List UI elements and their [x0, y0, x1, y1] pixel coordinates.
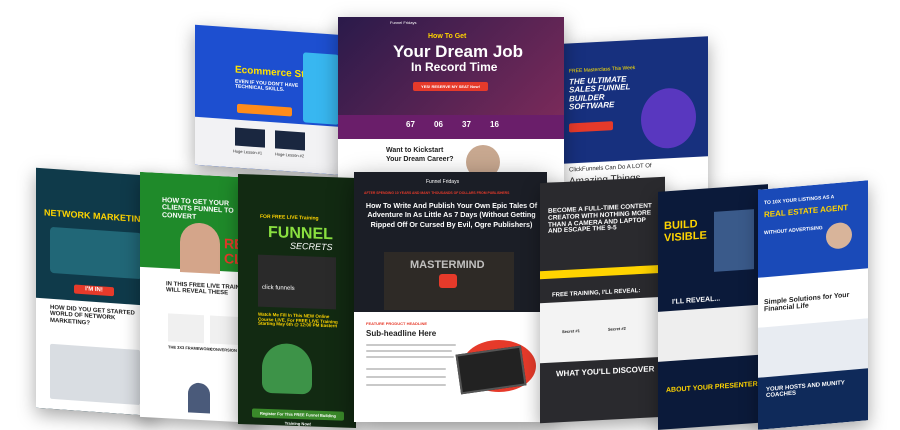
publishing-template-card[interactable]: Funnel Fridays AFTER SPENDING 10 YEARS A…: [354, 172, 547, 422]
training-heading: FREE TRAINING, I'LL REVEAL:: [552, 288, 641, 299]
network-marketing-template-card[interactable]: NETWORK MARKETING I'M IN! HOW DID YOU GE…: [36, 167, 156, 417]
build-visible-template-card[interactable]: BUILD VISIBLE I'LL REVEAL... ABOUT YOUR …: [658, 184, 768, 430]
play-icon[interactable]: [439, 274, 457, 288]
promo-text: Watch Me Fill In This NEW Online Course …: [258, 311, 338, 329]
headline: BECOME A FULL-TIME CONTENT CREATOR WITH …: [548, 202, 652, 236]
subhead: Want to Kickstart: [386, 147, 444, 154]
secrets-area: [540, 296, 665, 364]
brand: Funnel Fridays: [426, 179, 460, 185]
lesson-label: THE 3X3 FRAMEWORK: [168, 344, 213, 352]
funnel-secrets-template-card[interactable]: FOR FREE LIVE Training FUNNEL SECRETS cl…: [238, 173, 356, 429]
video-overlay: MASTERMIND: [410, 259, 485, 271]
pre-headline: How To Get: [428, 33, 467, 40]
headline: NETWORK MARKETING: [44, 207, 148, 225]
video-caption: click funnels: [262, 284, 295, 292]
world-map: [50, 343, 140, 406]
reveal-heading: I'LL REVEAL...: [672, 295, 721, 306]
video[interactable]: click funnels: [258, 254, 336, 310]
date-bar: [540, 264, 665, 280]
timer-seconds: 16: [490, 120, 499, 129]
im-in-button[interactable]: I'M IN!: [74, 284, 114, 297]
headline-2: SECRETS: [290, 240, 333, 253]
ecommerce-template-card[interactable]: Ecommerce Store EVEN IF YOU DON'T HAVE T…: [195, 24, 345, 176]
subheadline: EVEN IF YOU DON'T HAVE TECHNICAL SKILLS.: [235, 78, 299, 94]
footer-band: [758, 368, 868, 430]
register-button[interactable]: Register For This FREE Funnel Building T…: [252, 408, 344, 426]
illustration: [641, 86, 696, 150]
video-player[interactable]: MASTERMIND: [384, 252, 514, 310]
pre-headline: FOR FREE LIVE Training: [260, 213, 319, 222]
body-line: [366, 384, 446, 386]
cta-button[interactable]: [237, 103, 292, 117]
illustration: [262, 342, 312, 395]
subheadline: Simple Solutions for Your Financial Life: [764, 291, 850, 314]
presenter-photo: [188, 382, 210, 414]
body-line: [366, 344, 456, 346]
body-line: [366, 350, 452, 352]
hexagon-grid: [50, 226, 142, 280]
real-estate-template-card[interactable]: TO 10X YOUR LISTINGS AS A REAL ESTATE AG…: [758, 180, 868, 430]
body-line: [366, 368, 446, 370]
headline: THE ULTIMATE SALES FUNNEL BUILDER SOFTWA…: [569, 74, 631, 112]
tagline: AFTER SPENDING 10 YEARS AND MANY THOUSAN…: [364, 191, 510, 195]
timer-days: 67: [406, 120, 415, 129]
body-line: [366, 356, 454, 358]
illustration: [303, 52, 339, 125]
lesson-box: [168, 313, 204, 344]
presenter: [714, 209, 754, 272]
headline: Your Dream Job: [393, 42, 524, 61]
reserve-seat-button[interactable]: YES! RESERVE MY SEAT Now!: [413, 82, 488, 91]
headline: How To Write And Publish Your Own Epic T…: [365, 201, 538, 229]
content-creator-template-card[interactable]: BECOME A FULL-TIME CONTENT CREATOR WITH …: [540, 176, 665, 424]
presenter-heading: ABOUT YOUR PRESENTER: [666, 380, 758, 395]
timer-minutes: 37: [462, 120, 471, 129]
lessons-area: [658, 304, 768, 362]
brand: Funnel Fridays: [390, 20, 417, 25]
body-line: [366, 376, 446, 378]
timer-bar: 67 06 37 16: [338, 115, 564, 139]
lesson-thumb: [235, 127, 265, 148]
lesson-thumb: [275, 130, 305, 151]
cta-button[interactable]: [569, 121, 613, 133]
dream-job-template-card[interactable]: Funnel Fridays How To Get Your Dream Job…: [338, 17, 564, 182]
presenter: [180, 221, 220, 275]
timer-hours: 06: [434, 120, 443, 129]
discover-heading: WHAT YOU'LL DISCOVER: [556, 364, 655, 379]
headline-line-2: In Record Time: [411, 60, 498, 74]
headline: BUILD VISIBLE: [664, 218, 707, 244]
feature-label: FEATURE PRODUCT HEADLINE: [366, 321, 428, 326]
subheadline: Sub-headline Here: [366, 329, 437, 338]
subhead-2: Your Dream Career?: [386, 156, 454, 163]
tagline: FREE Masterclass This Week: [569, 65, 636, 75]
card-bottom: [195, 116, 345, 176]
